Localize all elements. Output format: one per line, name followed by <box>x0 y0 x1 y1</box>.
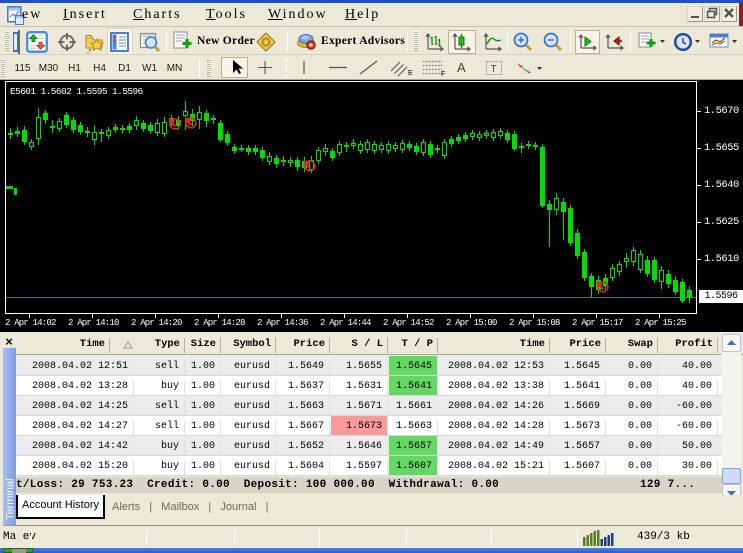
svg-text:T: T <box>491 64 497 75</box>
svg-text:E: E <box>408 70 413 77</box>
svg-text:F: F <box>441 71 445 77</box>
svg-text:Terminal: Terminal <box>5 478 17 520</box>
